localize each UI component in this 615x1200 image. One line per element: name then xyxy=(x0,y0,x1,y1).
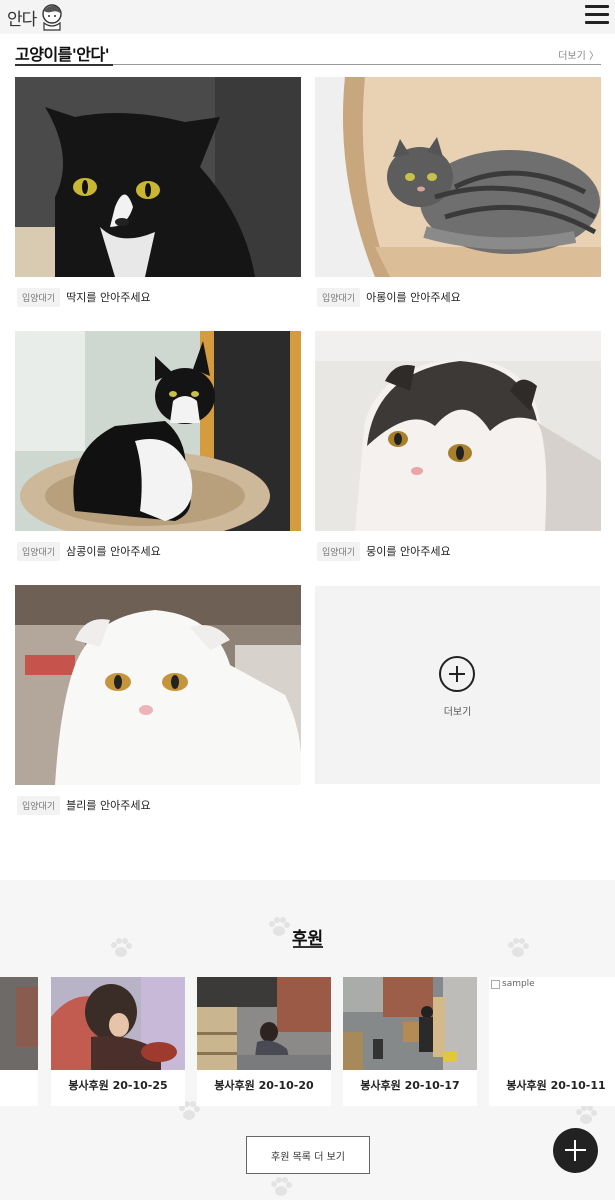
title-underline xyxy=(15,64,113,66)
support-photo xyxy=(0,977,38,1070)
plus-circle-icon xyxy=(439,656,475,692)
support-list-more-button[interactable]: 후원 목록 더 보기 xyxy=(246,1136,370,1174)
top-bar: 안다 xyxy=(0,0,615,34)
cat-card[interactable]: 입양대기 아롱이를 안아주세요 xyxy=(315,77,601,317)
cat-card[interactable]: 입양대기 뭉이를 안아주세요 xyxy=(315,331,601,571)
cat-photo xyxy=(15,585,301,785)
status-badge: 입양대기 xyxy=(17,541,61,561)
support-section: 후원 봉사후원 20-10-25 봉사후원 20-10-20 봉사후원 20-1… xyxy=(0,880,615,1200)
logo[interactable]: 안다 xyxy=(7,2,64,32)
cat-card[interactable]: 입양대기 블리를 안아주세요 xyxy=(15,585,301,825)
mascot-icon xyxy=(42,4,62,31)
support-card[interactable]: 봉사후원 20-10-17 xyxy=(343,977,477,1106)
title-underline xyxy=(293,946,323,948)
cat-card[interactable]: 입양대기 삼콩이를 안아주세요 xyxy=(15,331,301,571)
more-card-label: 더보기 xyxy=(443,707,472,718)
cat-photo xyxy=(15,77,301,277)
sample-alt-text: sample xyxy=(502,979,535,989)
status-badge: 입양대기 xyxy=(17,795,61,815)
support-photo xyxy=(197,977,331,1070)
support-card-label: 봉사후원 20-10-11 xyxy=(506,1079,606,1092)
hamburger-icon[interactable] xyxy=(585,5,609,27)
cats-section: 고양이를'안다' 더보기 〉 입양대기 딱지를 안아주세요 입양대기 아롱이를 … xyxy=(0,34,615,880)
support-photo: sample xyxy=(489,977,615,1070)
cat-name: 딱지를 안아주세요 xyxy=(66,291,151,304)
support-card-partial[interactable] xyxy=(0,977,38,1106)
support-card-label: 봉사후원 20-10-25 xyxy=(68,1079,168,1092)
support-card[interactable]: sample 봉사후원 20-10-11 xyxy=(489,977,615,1106)
more-card[interactable]: 더보기 xyxy=(315,586,600,784)
support-photo xyxy=(51,977,185,1070)
support-card[interactable]: 봉사후원 20-10-25 xyxy=(51,977,185,1106)
status-badge: 입양대기 xyxy=(317,541,361,561)
cat-photo xyxy=(315,331,601,531)
cat-name: 뭉이를 안아주세요 xyxy=(366,545,451,558)
section-header: 고양이를'안다' 더보기 〉 xyxy=(15,37,601,66)
more-link[interactable]: 더보기 〉 xyxy=(558,47,599,62)
cat-card[interactable]: 입양대기 딱지를 안아주세요 xyxy=(15,77,301,317)
cat-name: 아롱이를 안아주세요 xyxy=(366,291,461,304)
support-card-label: 봉사후원 20-10-20 xyxy=(214,1079,314,1092)
support-card[interactable]: 봉사후원 20-10-20 xyxy=(197,977,331,1106)
cat-photo xyxy=(15,331,301,531)
cat-name: 블리를 안아주세요 xyxy=(66,799,151,812)
logo-text: 안다 xyxy=(7,9,37,30)
plus-icon[interactable] xyxy=(553,1128,598,1173)
support-photo xyxy=(343,977,477,1070)
cat-name: 삼콩이를 안아주세요 xyxy=(66,545,161,558)
status-badge: 입양대기 xyxy=(17,287,61,307)
paw-icon xyxy=(271,1177,292,1196)
cat-photo xyxy=(315,77,601,277)
status-badge: 입양대기 xyxy=(317,287,361,307)
image-placeholder: sample xyxy=(491,979,535,989)
support-card-label: 봉사후원 20-10-17 xyxy=(360,1079,460,1092)
section-title: 고양이를'안다' xyxy=(15,45,110,64)
